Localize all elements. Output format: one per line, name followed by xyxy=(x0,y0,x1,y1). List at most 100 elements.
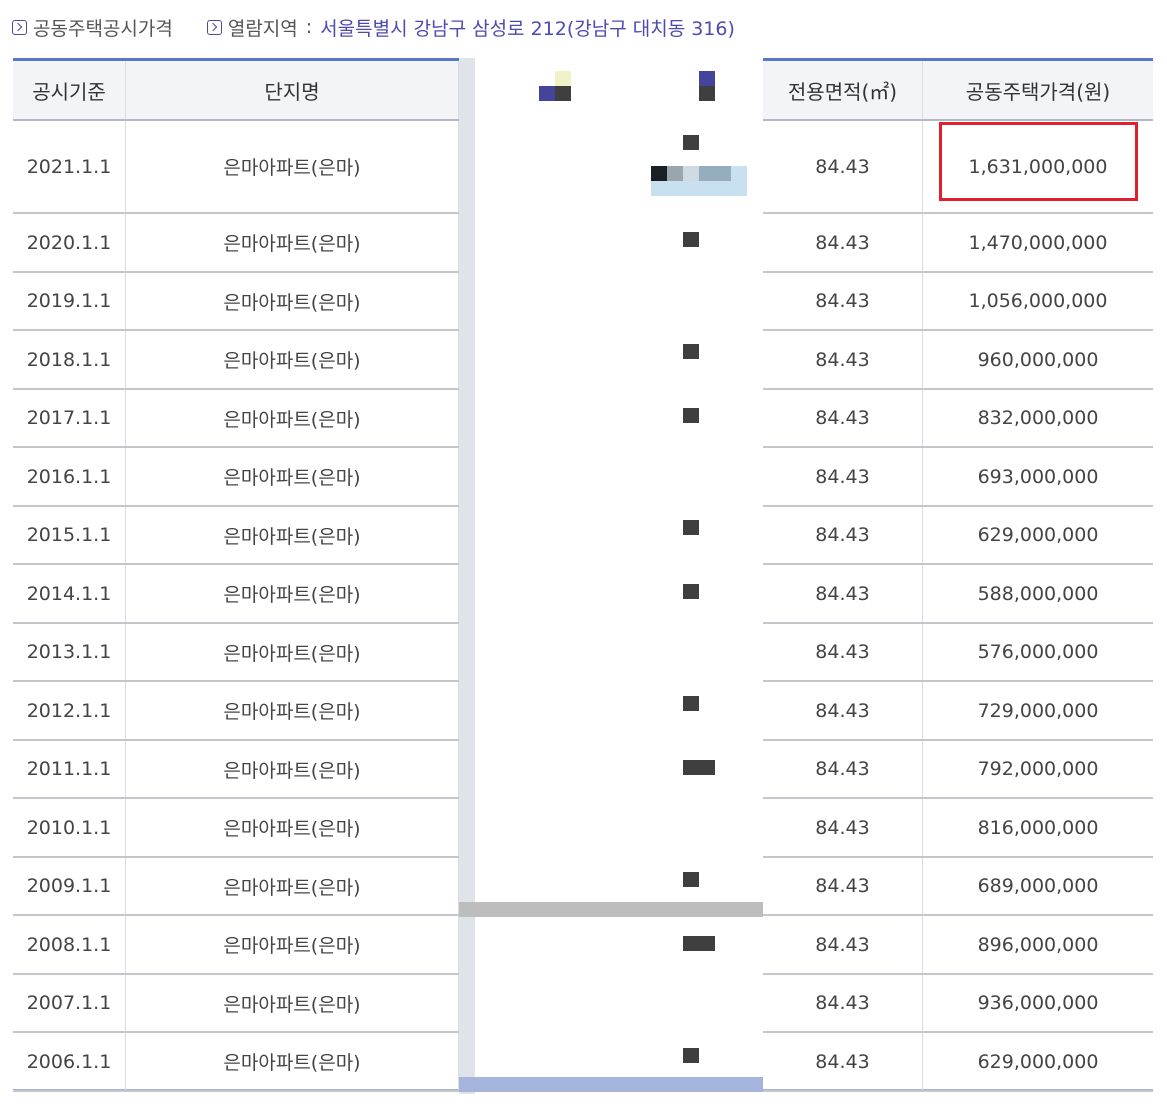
row-date: 2008.1.1 xyxy=(13,916,126,973)
row-complex-name: 은마아파트(은마) xyxy=(126,273,459,329)
price-history-table: 공시기준 단지명 전용면적(㎡) 공동주택가격(원) 2021.1.1 은마아파트… xyxy=(13,58,1153,1094)
row-area: 84.43 xyxy=(763,1033,923,1090)
redaction-block xyxy=(683,936,715,951)
breadcrumb-item-region: 열람지역 : 서울특별시 강남구 삼성로 212(강남구 대치동 316) xyxy=(206,14,735,41)
row-price: 629,000,000 xyxy=(977,1050,1099,1073)
row-price: 792,000,000 xyxy=(977,758,1099,780)
breadcrumb-item-price-list[interactable]: 공동주택공시가격 xyxy=(12,14,173,41)
redaction-block xyxy=(555,71,571,86)
row-complex-name: 은마아파트(은마) xyxy=(126,390,459,446)
redaction-block xyxy=(667,166,683,181)
row-complex-name: 은마아파트(은마) xyxy=(126,799,459,856)
row-complex-name: 은마아파트(은마) xyxy=(126,916,459,973)
row-date: 2012.1.1 xyxy=(13,682,126,739)
row-complex-name: 은마아파트(은마) xyxy=(126,858,459,914)
row-date: 2018.1.1 xyxy=(13,331,126,388)
row-date: 2019.1.1 xyxy=(13,273,126,329)
redaction-block xyxy=(683,1048,699,1063)
redacted-column xyxy=(459,58,763,1094)
row-complex-name: 은마아파트(은마) xyxy=(126,1033,459,1090)
row-area: 84.43 xyxy=(763,273,923,329)
row-date: 2020.1.1 xyxy=(13,214,126,271)
redaction-block xyxy=(539,86,555,101)
row-price: 729,000,000 xyxy=(977,699,1099,722)
chevron-right-icon xyxy=(206,19,222,35)
row-price: 832,000,000 xyxy=(977,407,1099,429)
row-area: 84.43 xyxy=(763,624,923,680)
redaction-block xyxy=(683,232,699,247)
row-area: 84.43 xyxy=(763,799,923,856)
redaction-block xyxy=(683,344,699,359)
redaction-block xyxy=(699,86,715,101)
row-date: 2015.1.1 xyxy=(13,507,126,563)
row-area: 84.43 xyxy=(763,741,923,797)
redaction-block xyxy=(683,166,699,181)
row-complex-name: 은마아파트(은마) xyxy=(126,565,459,622)
row-complex-name: 은마아파트(은마) xyxy=(126,214,459,271)
row-complex-name: 은마아파트(은마) xyxy=(126,741,459,797)
redaction-block xyxy=(699,71,715,86)
chevron-right-icon xyxy=(12,19,27,35)
redaction-block xyxy=(683,696,699,711)
row-price: 588,000,000 xyxy=(977,582,1099,605)
row-price: 816,000,000 xyxy=(977,816,1099,839)
row-area: 84.43 xyxy=(763,214,923,271)
redaction-block xyxy=(699,166,731,181)
redaction-block xyxy=(683,408,699,423)
redaction-block xyxy=(683,584,699,599)
region-value: 서울특별시 강남구 삼성로 212(강남구 대치동 316) xyxy=(320,17,735,40)
row-area: 84.43 xyxy=(763,975,923,1031)
row-price: 936,000,000 xyxy=(977,992,1099,1014)
row-price: 896,000,000 xyxy=(977,933,1099,956)
row-price: 1,470,000,000 xyxy=(968,231,1108,254)
redaction-block xyxy=(683,760,715,775)
region-label: 열람지역 xyxy=(227,17,298,40)
header-price: 공동주택가격(원) xyxy=(965,79,1111,104)
row-area: 84.43 xyxy=(763,507,923,563)
row-area: 84.43 xyxy=(763,331,923,388)
row-date: 2017.1.1 xyxy=(13,390,126,446)
row-date: 2021.1.1 xyxy=(13,121,126,212)
row-complex-name: 은마아파트(은마) xyxy=(126,331,459,388)
region-separator: : xyxy=(305,16,313,38)
row-complex-name: 은마아파트(은마) xyxy=(126,975,459,1031)
header-date: 공시기준 xyxy=(13,61,126,119)
row-date: 2010.1.1 xyxy=(13,799,126,856)
redaction-block xyxy=(683,872,699,887)
row-complex-name: 은마아파트(은마) xyxy=(126,121,459,212)
row-area: 84.43 xyxy=(763,682,923,739)
redacted-strip xyxy=(459,58,475,1094)
row-price: 960,000,000 xyxy=(977,348,1099,371)
header-complex-name: 단지명 xyxy=(126,61,459,119)
breadcrumb: 공동주택공시가격 열람지역 : 서울특별시 강남구 삼성로 212(강남구 대치… xyxy=(12,12,769,42)
row-complex-name: 은마아파트(은마) xyxy=(126,624,459,680)
redaction-bar xyxy=(459,1077,763,1092)
row-price: 689,000,000 xyxy=(977,875,1099,897)
row-complex-name: 은마아파트(은마) xyxy=(126,682,459,739)
row-date: 2013.1.1 xyxy=(13,624,126,680)
row-price: 629,000,000 xyxy=(977,524,1099,546)
row-area: 84.43 xyxy=(763,448,923,505)
row-price: 576,000,000 xyxy=(977,641,1099,663)
row-area: 84.43 xyxy=(763,121,923,212)
breadcrumb-label: 공동주택공시가격 xyxy=(33,17,173,40)
row-area: 84.43 xyxy=(763,390,923,446)
row-date: 2014.1.1 xyxy=(13,565,126,622)
redaction-block xyxy=(555,86,571,101)
row-complex-name: 은마아파트(은마) xyxy=(126,448,459,505)
redaction-block xyxy=(683,135,699,150)
row-date: 2016.1.1 xyxy=(13,448,126,505)
highlight-box xyxy=(939,122,1138,201)
redaction-block xyxy=(683,520,699,535)
row-date: 2007.1.1 xyxy=(13,975,126,1031)
header-area: 전용면적(㎡) xyxy=(763,61,923,119)
redaction-block xyxy=(651,166,667,181)
row-complex-name: 은마아파트(은마) xyxy=(126,507,459,563)
row-date: 2006.1.1 xyxy=(13,1033,126,1090)
redaction-bar xyxy=(459,902,763,917)
row-price: 693,000,000 xyxy=(977,465,1099,488)
row-price: 1,056,000,000 xyxy=(968,290,1108,312)
row-area: 84.43 xyxy=(763,916,923,973)
row-area: 84.43 xyxy=(763,858,923,914)
row-date: 2009.1.1 xyxy=(13,858,126,914)
